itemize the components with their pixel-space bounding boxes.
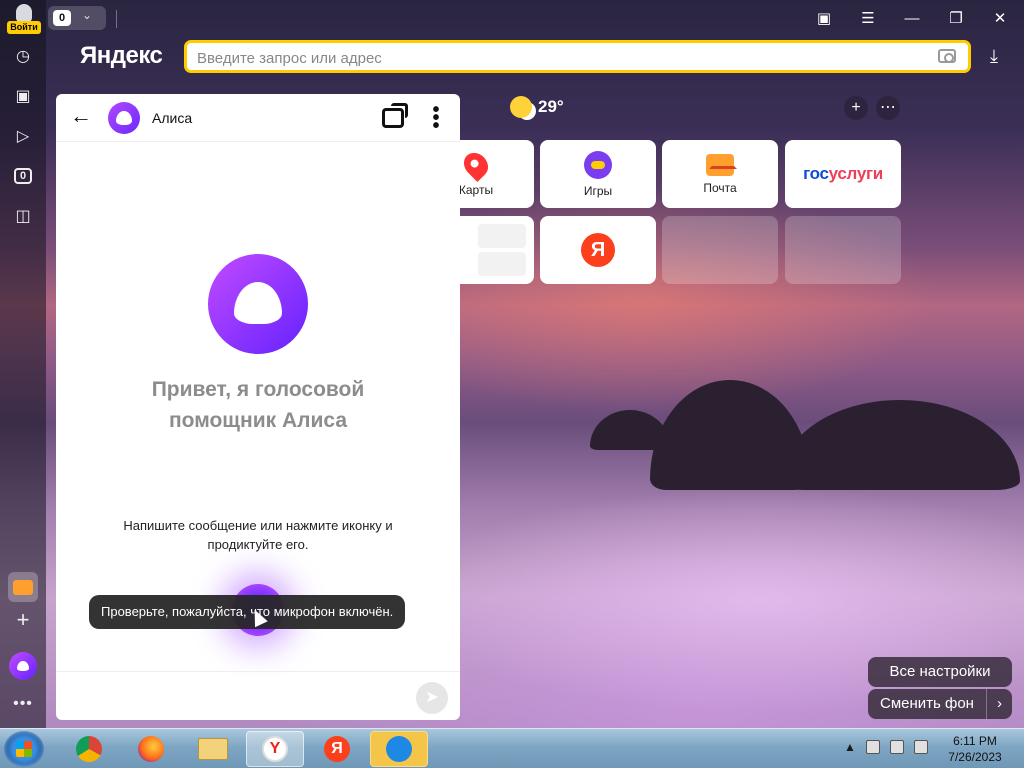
games-icon <box>584 150 612 179</box>
taskbar: Y Я ▲ 6:11 PM 7/26/2023 <box>0 728 1024 768</box>
yandex-icon: Я <box>324 736 350 762</box>
temperature: 29° <box>538 97 564 116</box>
cards-icon[interactable] <box>382 103 408 128</box>
clock[interactable]: 6:11 PM 7/26/2023 <box>940 733 1010 765</box>
alice-greeting: Привет, я голосовой помощник Алиса <box>151 378 365 432</box>
yandex-logo-icon: Я <box>581 233 615 267</box>
tray-expand-icon[interactable]: ▲ <box>844 740 856 754</box>
gosuslugi-logo-part: гос <box>803 164 829 183</box>
tile-mail[interactable]: Почта <box>662 140 778 208</box>
tile-empty[interactable] <box>662 216 778 284</box>
collections-icon[interactable]: ▣ <box>11 84 35 108</box>
tile-label: Игры <box>583 183 613 198</box>
mini-tile <box>478 252 526 276</box>
video-play-icon[interactable]: ▷ <box>11 124 35 148</box>
minimize-icon[interactable]: — <box>900 6 924 30</box>
send-icon[interactable]: ➤ <box>416 682 448 714</box>
search-bar[interactable] <box>184 40 971 73</box>
mini-tile <box>478 224 526 248</box>
add-tile-icon[interactable]: + <box>844 96 868 120</box>
divider <box>116 10 117 28</box>
tile-games[interactable]: Игры <box>540 140 656 208</box>
network-icon[interactable] <box>889 740 904 754</box>
start-button[interactable] <box>4 731 44 767</box>
alice-title: Алиса <box>152 110 193 126</box>
mountain-silhouette <box>780 400 1020 490</box>
mountain-silhouette <box>590 410 670 450</box>
action-center-icon[interactable] <box>865 740 880 754</box>
taskbar-firefox[interactable] <box>122 731 180 767</box>
tab-switcher[interactable]: 0 ⌄ <box>48 6 106 30</box>
all-settings-button[interactable]: Все настройки <box>868 657 1012 687</box>
alice-logo <box>208 254 308 354</box>
alice-header: ← Алиса • • • <box>56 94 460 142</box>
mail-sidebar-icon[interactable] <box>8 572 38 602</box>
counter-value: 0 <box>13 168 33 184</box>
counter-badge[interactable]: 0 <box>11 164 35 188</box>
yandex-logo[interactable]: Яндекс <box>80 42 163 70</box>
tab-count: 0 <box>53 10 71 26</box>
screenshot-icon[interactable]: ◫ <box>11 204 35 228</box>
weather-widget[interactable]: 29° <box>510 96 564 118</box>
browser-sidebar: Войти ◷ ▣ ▷ 0 ◫ + ••• <box>0 0 46 728</box>
login-label: Войти <box>7 21 41 34</box>
user-avatar-icon <box>16 4 32 22</box>
more-icon[interactable]: ••• <box>11 692 35 716</box>
change-background-button[interactable]: Сменить фон › <box>868 689 1012 719</box>
back-arrow-icon[interactable]: ← <box>70 104 94 128</box>
gosuslugi-logo: госуслуги <box>803 164 883 184</box>
taskbar-yandex[interactable]: Я <box>308 731 366 767</box>
download-icon[interactable]: ⤓ <box>990 46 998 67</box>
menu-icon[interactable]: ☰ <box>856 6 880 30</box>
login-button[interactable]: Войти <box>7 4 41 34</box>
taskbar-explorer[interactable] <box>184 731 242 767</box>
change-background-label: Сменить фон <box>880 695 974 712</box>
clock-time: 6:11 PM <box>953 734 997 748</box>
gosuslugi-logo-part: услуги <box>828 164 884 183</box>
mail-icon <box>706 153 737 176</box>
divider <box>56 671 460 672</box>
yandex-browser-icon: Y <box>262 736 288 762</box>
chevron-down-icon: ⌄ <box>82 8 93 22</box>
history-icon[interactable]: ◷ <box>11 44 35 68</box>
system-tray: ▲ <box>844 740 928 754</box>
restore-icon[interactable]: ❐ <box>944 6 968 30</box>
taskbar-alice[interactable] <box>370 731 428 767</box>
alice-avatar <box>108 102 140 134</box>
clock-date: 7/26/2023 <box>948 750 1002 764</box>
close-icon[interactable]: ✕ <box>988 6 1012 30</box>
alice-sidebar-icon[interactable] <box>9 652 37 680</box>
camera-search-icon[interactable] <box>938 49 956 63</box>
tile-label: Почта <box>703 180 737 195</box>
tile-label: Карты <box>458 182 494 197</box>
firefox-icon <box>138 736 164 762</box>
sun-cloud-icon <box>510 96 532 118</box>
chevron-right-icon: › <box>986 689 1012 719</box>
tile-yandex[interactable]: Я <box>540 216 656 284</box>
taskbar-yandex-browser[interactable]: Y <box>246 731 304 767</box>
tile-gosuslugi[interactable]: госуслуги <box>785 140 901 208</box>
volume-muted-icon[interactable] <box>913 740 928 754</box>
file-explorer-icon <box>198 738 228 760</box>
search-input[interactable] <box>197 47 917 69</box>
add-panel-icon[interactable]: + <box>11 607 35 632</box>
taskbar-chrome[interactable] <box>60 731 118 767</box>
bookmark-icon[interactable]: ▣ <box>812 6 836 30</box>
alice-app-icon <box>386 736 412 762</box>
chrome-icon <box>76 736 102 762</box>
more-vertical-icon[interactable]: • • • <box>428 100 444 136</box>
maps-pin-icon <box>459 147 493 182</box>
tile-empty[interactable] <box>785 216 901 284</box>
alice-hint: Напишите сообщение или нажмите иконку и … <box>123 518 393 552</box>
tiles-more-icon[interactable]: ⋯ <box>876 96 900 120</box>
